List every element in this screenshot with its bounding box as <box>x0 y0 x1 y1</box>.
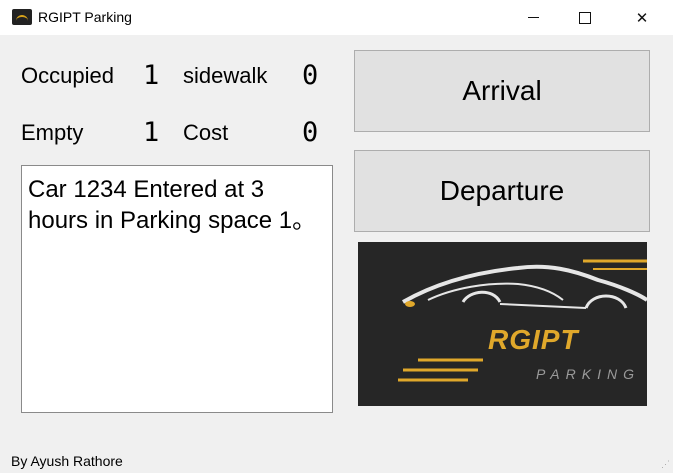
minimize-icon <box>527 17 539 18</box>
window-title: RGIPT Parking <box>38 9 132 25</box>
occupied-value: 1 <box>143 60 160 91</box>
arrival-button-label: Arrival <box>462 75 542 106</box>
close-icon: ✕ <box>635 9 649 27</box>
empty-label: Empty <box>21 120 84 145</box>
departure-button-label: Departure <box>439 175 565 206</box>
logo-subtitle: PARKING <box>536 366 640 382</box>
resize-grip-icon[interactable]: ⋰ <box>658 458 670 470</box>
empty-value: 1 <box>143 117 160 148</box>
parking-log-textbox[interactable]: Car 1234 Entered at 3 hours in Parking s… <box>21 165 333 413</box>
close-button[interactable]: ✕ <box>617 0 667 35</box>
parking-log-text: Car 1234 Entered at 3 hours in Parking s… <box>28 176 317 234</box>
author-credit: By Ayush Rathore <box>11 453 123 469</box>
sidewalk-label: sidewalk <box>183 63 268 88</box>
occupied-label: Occupied <box>21 63 114 88</box>
title-bar: RGIPT Parking ✕ <box>0 0 673 35</box>
sidewalk-value: 0 <box>302 60 319 91</box>
cost-label: Cost <box>183 120 229 145</box>
departure-button[interactable]: Departure <box>354 150 650 232</box>
car-logo-icon <box>12 9 32 25</box>
maximize-button[interactable] <box>560 0 610 35</box>
rgipt-parking-logo: RGIPT PARKING <box>358 242 647 406</box>
maximize-icon <box>579 11 591 24</box>
minimize-button[interactable] <box>508 0 558 35</box>
logo-title: RGIPT <box>488 324 579 355</box>
arrival-button[interactable]: Arrival <box>354 50 650 132</box>
cost-value: 0 <box>302 117 319 148</box>
